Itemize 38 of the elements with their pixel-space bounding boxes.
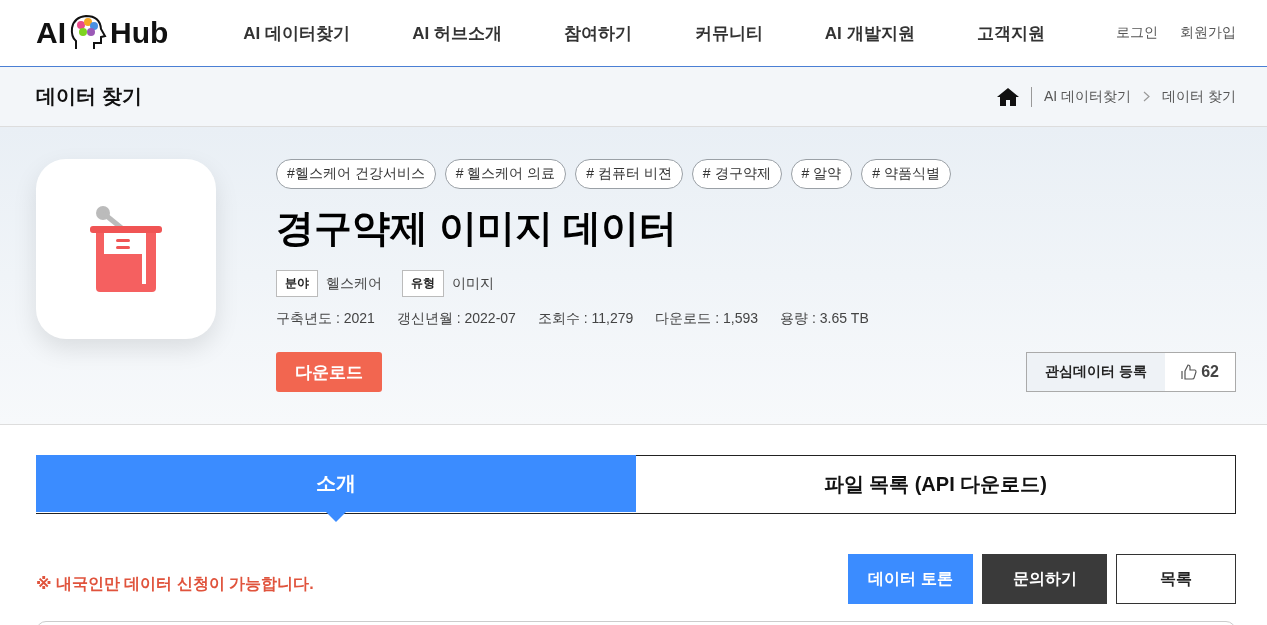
- tag-chip[interactable]: # 약품식별: [861, 159, 951, 189]
- dataset-stat: 용량 : 3.65 TB: [780, 310, 869, 328]
- dataset-stat: 갱신년월 : 2022-07: [396, 310, 516, 328]
- tag-chip[interactable]: # 알약: [790, 159, 853, 189]
- dataset-stat: 조회수 : 11,279: [537, 310, 634, 328]
- nav-link[interactable]: AI 허브소개: [412, 21, 502, 45]
- logo-text: AI: [36, 16, 66, 50]
- add-interest-button[interactable]: 관심데이터 등록: [1027, 353, 1166, 391]
- category-label: 유형: [402, 270, 444, 297]
- action-button[interactable]: 문의하기: [982, 554, 1107, 604]
- home-icon[interactable]: [997, 87, 1019, 106]
- nav-link[interactable]: 커뮤니티: [694, 21, 763, 45]
- tag-chip[interactable]: # 경구약제: [691, 159, 782, 189]
- category-value: 헬스케어: [326, 274, 382, 293]
- nav-link[interactable]: AI 데이터찾기: [243, 21, 350, 45]
- nav-link[interactable]: 고객지원: [976, 21, 1045, 45]
- action-button[interactable]: 목록: [1116, 554, 1236, 604]
- account-link[interactable]: 회원가입: [1180, 24, 1236, 42]
- account-link[interactable]: 로그인: [1116, 24, 1158, 42]
- beaker-icon: [88, 204, 164, 294]
- dataset-stat: 구축년도 : 2021: [276, 310, 375, 328]
- page-title: 데이터 찾기: [36, 84, 142, 109]
- dataset-stat: 다운로드 : 1,593: [655, 310, 759, 328]
- tab-pointer-icon: [325, 512, 346, 522]
- nav-link[interactable]: AI 개발지원: [824, 21, 915, 45]
- category-label: 분야: [276, 270, 318, 297]
- dataset-title: 경구약제 이미지 데이터: [276, 206, 679, 251]
- tag-chip[interactable]: #헬스케어 건강서비스: [276, 159, 436, 189]
- logo-text: Hub: [110, 16, 169, 50]
- tag-chip[interactable]: # 컴퓨터 비젼: [575, 159, 683, 189]
- chevron-icon: [1143, 91, 1151, 102]
- notice-text: ※ 내국인만 데이터 신청이 가능합니다.: [36, 573, 314, 594]
- tag-chip[interactable]: # 헬스케어 의료: [444, 159, 567, 189]
- category-value: 이미지: [452, 274, 494, 293]
- breadcrumb-link[interactable]: AI 데이터찾기: [1044, 87, 1132, 106]
- breadcrumb-link[interactable]: 데이터 찾기: [1162, 87, 1236, 106]
- thumbs-up-icon: [1181, 364, 1198, 380]
- nav-link[interactable]: 참여하기: [564, 21, 633, 45]
